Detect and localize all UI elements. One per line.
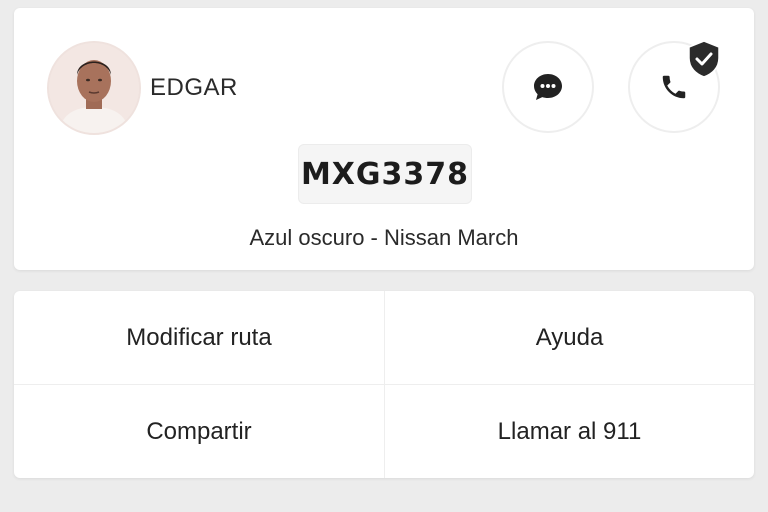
driver-name: EDGAR bbox=[150, 74, 238, 101]
license-plate: MXG3378 bbox=[298, 144, 472, 204]
modify-route-button[interactable]: Modificar ruta bbox=[14, 291, 384, 384]
share-button[interactable]: Compartir bbox=[14, 384, 384, 478]
phone-icon bbox=[662, 75, 686, 99]
chat-button[interactable] bbox=[502, 41, 594, 133]
driver-avatar bbox=[47, 41, 141, 135]
chat-bubble-icon bbox=[534, 74, 562, 100]
actions-card: Modificar ruta Ayuda Compartir Llamar al… bbox=[14, 291, 754, 478]
driver-photo bbox=[49, 43, 139, 133]
vehicle-description: Azul oscuro - Nissan March bbox=[249, 225, 519, 250]
help-button[interactable]: Ayuda bbox=[384, 291, 754, 384]
shield-check-icon bbox=[688, 40, 720, 78]
call-911-button[interactable]: Llamar al 911 bbox=[384, 384, 754, 478]
driver-card: EDGAR MXG3378 Azul oscuro - Nissan March bbox=[14, 8, 754, 270]
